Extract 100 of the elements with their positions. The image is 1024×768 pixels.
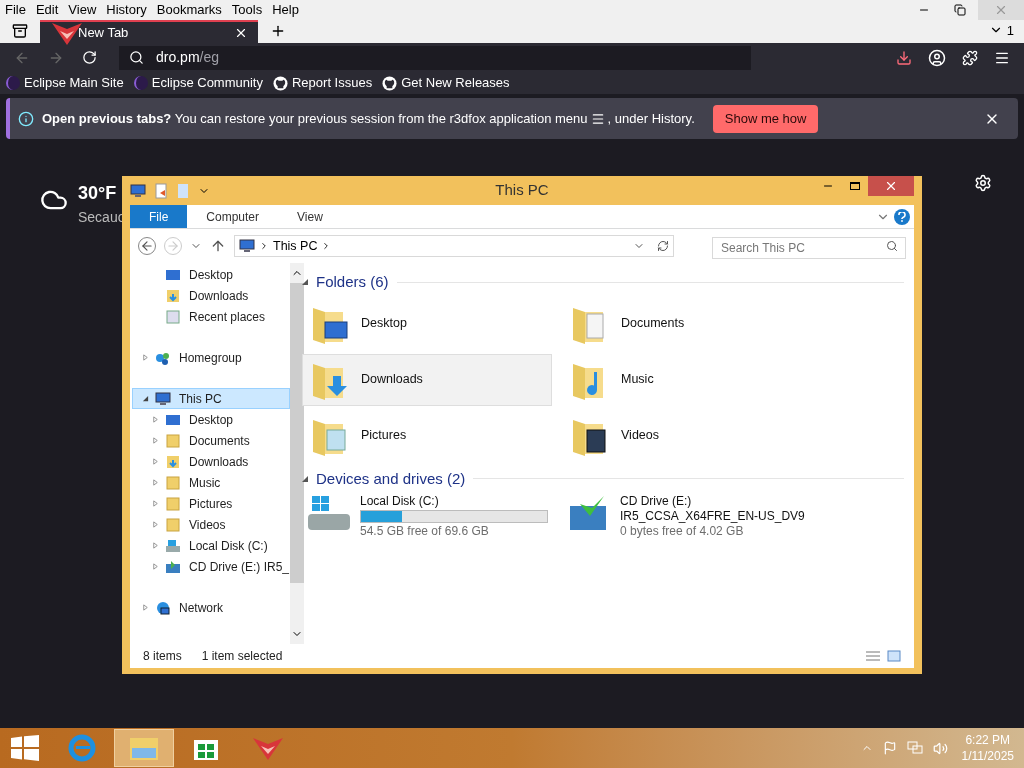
nav-tree-item[interactable]: Local Disk (C:) <box>132 535 290 556</box>
nav-tree-item[interactable]: Documents <box>132 430 290 451</box>
section-header[interactable]: Devices and drives (2) <box>316 467 466 490</box>
disk-icon <box>165 537 181 554</box>
menu-item[interactable]: History <box>101 0 152 20</box>
nav-tree-item[interactable]: CD Drive (E:) IR5_ <box>132 556 290 577</box>
folder-tile[interactable]: Documents <box>562 297 812 350</box>
selection-count: 1 item selected <box>201 648 283 665</box>
nav-tree-item[interactable]: Downloads <box>132 285 290 306</box>
folder-icon <box>165 432 181 449</box>
nav-tree-item[interactable]: This PC <box>132 388 290 409</box>
folder-tile[interactable]: Desktop <box>302 297 552 350</box>
section-header[interactable]: Folders (6) <box>316 271 389 294</box>
drive-tile[interactable]: CD Drive (E:) IR5_CCSA_X64FRE_EN-US_DV9 0 bytes free of 4.02 GB <box>562 494 812 539</box>
restore-icon[interactable] <box>954 4 966 16</box>
free-space: 0 bytes free of 4.02 GB <box>620 524 745 539</box>
nav-tree-item[interactable]: Recent places <box>132 306 290 327</box>
speaker-icon[interactable] <box>932 740 948 756</box>
nav-tree-item[interactable]: Downloads <box>132 451 290 472</box>
folder-tile[interactable]: Videos <box>562 409 812 462</box>
address-bar[interactable]: This PC <box>234 235 674 257</box>
download-icon[interactable] <box>896 49 912 66</box>
location: Secauc <box>78 208 125 227</box>
close-button[interactable] <box>868 176 914 196</box>
menu-icon <box>590 111 605 126</box>
octocat-icon <box>382 75 398 91</box>
bookmark-link[interactable]: Eclipse Main Site <box>6 73 124 93</box>
windows-start-icon[interactable] <box>11 735 39 761</box>
pc-icon <box>239 238 255 254</box>
free-space: 54.5 GB free of 69.6 GB <box>360 524 490 539</box>
network-icon <box>155 599 171 616</box>
ribbon-tab[interactable]: File <box>130 205 188 228</box>
nav-tree-item[interactable]: Network <box>132 597 290 618</box>
cd-icon <box>165 558 181 575</box>
temperature: 30°F <box>78 182 118 205</box>
nav-tree-item[interactable]: Homegroup <box>132 347 290 368</box>
nav-tree-item[interactable]: Music <box>132 472 290 493</box>
notification-message: Open previous tabs? You can restore your previous session from the r3dfox application menu <box>42 109 588 128</box>
pc-icon <box>155 390 171 407</box>
account-icon[interactable] <box>928 48 946 67</box>
bookmark-link[interactable]: Get New Releases <box>382 73 510 93</box>
tab-list-icon[interactable] <box>12 23 28 39</box>
flag-icon[interactable] <box>882 741 897 755</box>
scrollbar[interactable] <box>290 263 304 644</box>
collapse-triangle-icon[interactable] <box>302 475 308 482</box>
ribbon-tab[interactable]: View <box>278 205 342 228</box>
nav-tree-item[interactable]: Pictures <box>132 493 290 514</box>
drive-name: CD Drive (E:) <box>620 494 693 509</box>
notification-message: , under History. <box>607 109 695 128</box>
menu-item[interactable]: Help <box>267 0 304 20</box>
folder-tile[interactable]: Pictures <box>302 409 552 462</box>
reload-icon[interactable] <box>82 50 97 65</box>
close-icon <box>994 3 1008 17</box>
drive-tile[interactable]: Local Disk (C:) 54.5 GB free of 69.6 GB <box>302 494 552 539</box>
octocat-icon <box>273 75 288 91</box>
settings-icon[interactable] <box>974 174 992 192</box>
url-field[interactable]: dro.pm/eg <box>119 45 751 70</box>
drive-name: Local Disk (C:) <box>360 494 440 509</box>
menu-item[interactable]: File <box>0 0 31 20</box>
breadcrumb-item[interactable]: This PC <box>273 236 318 256</box>
downloads-icon <box>165 287 181 304</box>
nav-tree-item[interactable]: Desktop <box>132 264 290 285</box>
close-icon <box>884 179 898 193</box>
browser-tab[interactable]: New Tab <box>40 20 258 43</box>
extensions-icon[interactable] <box>962 49 978 66</box>
drive-label: IR5_CCSA_X64FRE_EN-US_DV9 <box>620 509 805 524</box>
search-icon[interactable] <box>886 240 898 252</box>
maximize-icon[interactable] <box>850 182 860 190</box>
eclipse-icon <box>133 76 148 90</box>
downloads-icon <box>165 453 181 470</box>
menu-item[interactable]: View <box>63 0 102 20</box>
help-icon[interactable] <box>894 208 910 225</box>
properties-icon[interactable] <box>154 182 168 199</box>
nav-tree-item[interactable]: Videos <box>132 514 290 535</box>
folder-tile[interactable]: Music <box>562 353 812 406</box>
show-me-how-button[interactable]: Show me how <box>712 104 819 133</box>
menu-item[interactable]: Tools <box>226 0 268 20</box>
menu-item[interactable]: Edit <box>30 0 64 20</box>
browser-e-icon <box>66 732 98 764</box>
nav-tree-item[interactable]: Desktop <box>132 409 290 430</box>
info-icon <box>18 110 34 127</box>
refresh-icon[interactable] <box>657 240 669 252</box>
new-tab-icon[interactable] <box>270 23 286 39</box>
bookmark-link[interactable]: Eclipse Community <box>133 73 263 93</box>
collapse-triangle-icon[interactable] <box>302 279 308 286</box>
pc-icon <box>130 182 146 199</box>
folder-tile[interactable]: Downloads <box>302 353 552 406</box>
bookmark-link[interactable]: Report Issues <box>273 73 373 93</box>
up-icon[interactable] <box>210 238 226 254</box>
recent-icon <box>165 308 181 325</box>
tab-count[interactable]: 1 <box>1006 20 1014 40</box>
search-field[interactable]: Search This PC <box>712 237 906 259</box>
chevron-right-icon[interactable] <box>259 241 269 251</box>
large-icons-view-icon[interactable] <box>887 650 901 662</box>
folder-icon <box>165 495 181 512</box>
details-view-icon[interactable] <box>865 650 881 662</box>
folder-icon <box>165 516 181 533</box>
item-count: 8 items <box>143 648 182 665</box>
menu-item[interactable]: Bookmarks <box>151 0 227 20</box>
ribbon-tab[interactable]: Computer <box>187 205 279 228</box>
